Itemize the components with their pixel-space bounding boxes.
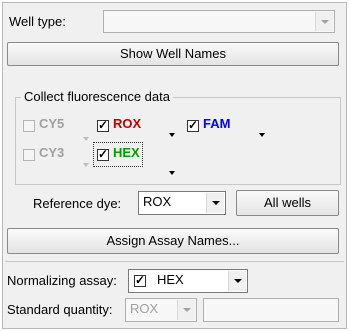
well-type-dropdown[interactable]: [103, 10, 335, 33]
normalizing-assay-checkbox[interactable]: ✓: [134, 273, 146, 287]
reference-dye-dropdown[interactable]: ROX: [138, 191, 226, 215]
hex-label: HEX: [113, 145, 140, 160]
reference-dye-label: Reference dye:: [33, 196, 122, 211]
well-type-dropdown-arrow[interactable]: [315, 12, 333, 31]
checkmark-icon: ✓: [135, 273, 146, 287]
all-wells-button[interactable]: All wells: [236, 190, 339, 216]
fam-dropdown-arrow[interactable]: [259, 133, 265, 137]
chevron-down-icon: [212, 201, 220, 205]
reference-dye-value: ROX: [143, 194, 172, 209]
all-wells-label: All wells: [264, 195, 311, 210]
show-well-names-label: Show Well Names: [120, 46, 226, 61]
assign-assay-names-label: Assign Assay Names...: [106, 233, 240, 248]
rox-label: ROX: [113, 116, 142, 131]
normalizing-assay-value: HEX: [157, 272, 184, 287]
rox-checkbox[interactable]: ✓: [97, 118, 109, 132]
standard-quantity-label: Standard quantity:: [7, 302, 113, 317]
cy3-label: CY3: [39, 145, 65, 160]
checkmark-icon: ✓: [98, 147, 109, 161]
chevron-down-icon: [321, 20, 329, 24]
fam-checkbox[interactable]: ✓: [187, 118, 199, 132]
cy3-dropdown-arrow[interactable]: [83, 163, 89, 167]
collect-fluorescence-group: [15, 97, 341, 185]
collect-fluorescence-title: Collect fluorescence data: [21, 89, 173, 104]
checkmark-icon: ✓: [98, 118, 109, 132]
chevron-down-icon: [183, 308, 191, 312]
fam-label: FAM: [203, 116, 231, 131]
cy3-checkbox[interactable]: [23, 149, 35, 161]
well-type-label: Well type:: [9, 14, 66, 29]
normalizing-assay-dropdown-arrow[interactable]: [228, 271, 246, 291]
standard-quantity-dropdown-arrow[interactable]: [177, 300, 195, 320]
standard-quantity-input[interactable]: [203, 298, 339, 322]
checkmark-icon: ✓: [188, 118, 199, 132]
well-settings-panel: Well type: Show Well Names Collect fluor…: [2, 2, 347, 329]
hex-checkbox[interactable]: ✓: [97, 147, 109, 161]
normalizing-assay-label: Normalizing assay:: [7, 273, 117, 288]
reference-dye-dropdown-arrow[interactable]: [206, 193, 224, 213]
show-well-names-button[interactable]: Show Well Names: [7, 42, 339, 66]
normalizing-assay-dropdown[interactable]: ✓ HEX: [128, 269, 248, 293]
rox-dropdown-arrow[interactable]: [169, 133, 175, 137]
separator: [5, 261, 344, 262]
assign-assay-names-button[interactable]: Assign Assay Names...: [7, 228, 339, 254]
standard-quantity-dropdown[interactable]: ROX: [125, 298, 197, 322]
cy5-label: CY5: [39, 116, 65, 131]
standard-quantity-value: ROX: [130, 301, 159, 316]
cy5-checkbox[interactable]: [23, 120, 35, 132]
hex-dropdown-arrow[interactable]: [169, 171, 175, 175]
cy5-dropdown-arrow[interactable]: [83, 137, 89, 141]
chevron-down-icon: [234, 279, 242, 283]
